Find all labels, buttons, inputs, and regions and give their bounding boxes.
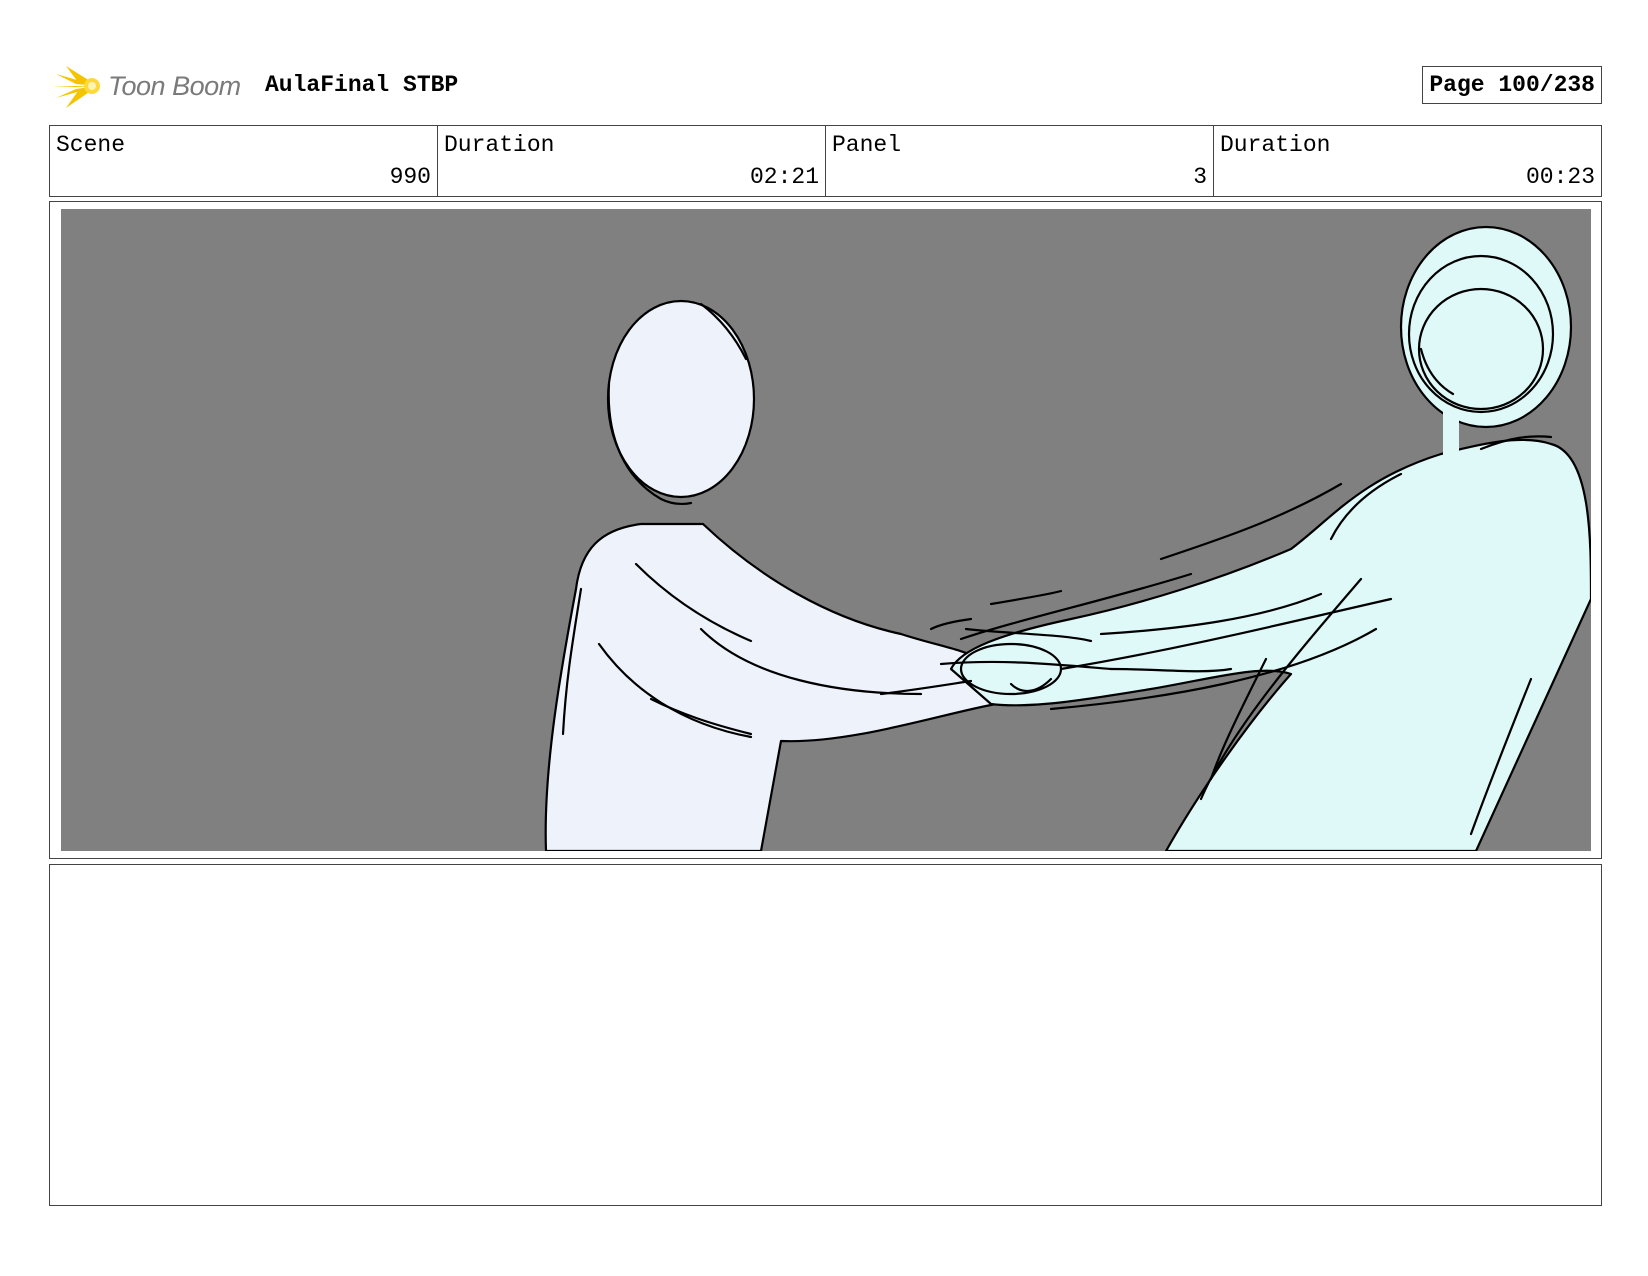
scene-value: 990 (389, 164, 431, 190)
storyboard-panel-drawing (61, 209, 1591, 851)
scene-duration-label: Duration (444, 132, 555, 158)
clasped-hands (959, 642, 1063, 696)
scene-duration-cell: Duration 02:21 (438, 126, 826, 196)
toon-boom-logo: Toon Boom (52, 60, 252, 112)
panel-value: 3 (1193, 164, 1207, 190)
panel-notes-area (49, 864, 1602, 1206)
panel-sketch (61, 209, 1591, 851)
scene-cell: Scene 990 (50, 126, 438, 196)
panel-duration-label: Duration (1220, 132, 1331, 158)
project-title: AulaFinal STBP (265, 72, 459, 98)
left-figure-head (606, 299, 756, 499)
panel-label: Panel (832, 132, 902, 158)
panel-info-table: Scene 990 Duration 02:21 Panel 3 Duratio… (49, 125, 1602, 197)
scene-duration-value: 02:21 (749, 164, 819, 190)
logo-text: Toon Boom (108, 70, 241, 101)
panel-duration-value: 00:23 (1525, 164, 1595, 190)
page-number: Page 100/238 (1422, 66, 1602, 104)
scene-label: Scene (56, 132, 126, 158)
panel-duration-cell: Duration 00:23 (1214, 126, 1601, 196)
panel-cell: Panel 3 (826, 126, 1214, 196)
right-figure-neck (1443, 409, 1459, 457)
starburst-logo-icon (52, 66, 100, 108)
